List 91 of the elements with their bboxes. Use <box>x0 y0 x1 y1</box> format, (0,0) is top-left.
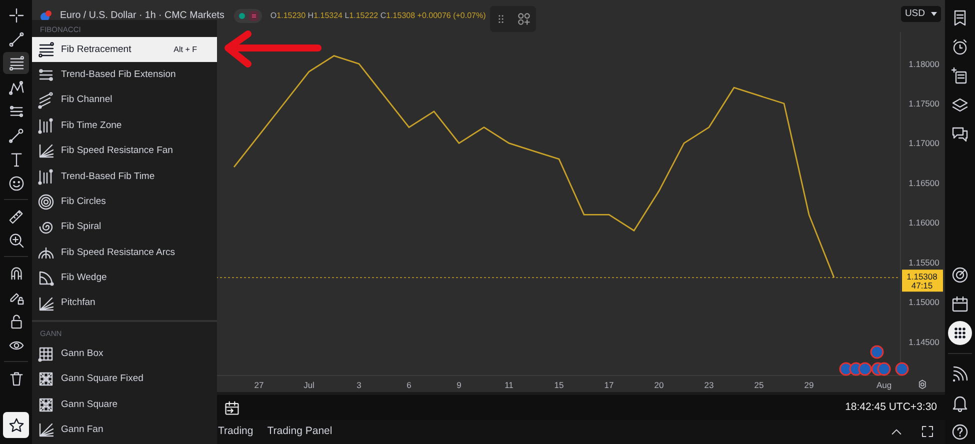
add-widget-button[interactable] <box>516 11 532 27</box>
clock-time: 18:42:45 UTC+3:30 <box>845 400 937 415</box>
vertical-lines-icon <box>37 168 55 186</box>
price-axis-label: 1.17500 <box>908 98 940 108</box>
crossed-grid-icon <box>37 370 55 388</box>
price-axis-label: 1.15500 <box>908 257 940 268</box>
crossed-grid-icon <box>37 396 55 414</box>
price-axis-label: 1.16500 <box>908 178 940 188</box>
event-marker[interactable] <box>858 362 872 376</box>
market-open-icon <box>237 11 248 21</box>
event-marker[interactable] <box>895 362 909 376</box>
event-marker[interactable] <box>877 362 891 376</box>
time-axis-label: 20 <box>654 380 664 390</box>
layers-icon <box>951 96 969 114</box>
menu-item[interactable]: Fib Circles <box>32 189 217 215</box>
menu-item[interactable]: Pitchfan <box>32 290 217 316</box>
calendar-icon <box>951 295 969 313</box>
channel-icon <box>37 91 55 110</box>
time-axis-label: 6 <box>406 380 412 390</box>
sidebar-button[interactable] <box>948 321 972 345</box>
time-axis-label: Jul <box>304 380 314 390</box>
radar-icon <box>951 266 969 284</box>
grid-icon <box>37 344 55 363</box>
symbol-title: Euro / U.S. Dollar · 1h · CMC Markets <box>60 8 224 23</box>
menu-item[interactable]: Trend-Based Fib Extension <box>32 62 217 88</box>
menu-item[interactable]: Fib Speed Resistance Arcs <box>32 240 217 266</box>
favorites-button[interactable] <box>3 412 29 438</box>
panel-tab[interactable]: Trading <box>218 424 264 440</box>
smiley-icon <box>8 174 24 192</box>
fan-icon <box>37 421 55 440</box>
menu-item[interactable]: Fib Spiral <box>32 214 217 240</box>
price-axis-label: 1.16000 <box>908 218 940 228</box>
pattern-icon <box>8 78 24 96</box>
shortcut-label: Alt + F <box>174 44 197 56</box>
price-axis-label: 1.18000 <box>908 58 940 69</box>
price-axis-label: 1.14500 <box>908 336 940 347</box>
event-marker[interactable] <box>870 345 884 359</box>
time-axis-label: 15 <box>554 380 564 390</box>
trend-line-icon <box>8 30 24 48</box>
time-axis-label: 29 <box>804 380 814 390</box>
alarm-clock-icon <box>951 38 969 56</box>
menu-item[interactable]: Gann Fan <box>32 417 217 443</box>
time-axis-label: 23 <box>704 380 714 390</box>
equals-icon <box>249 11 260 21</box>
price-label: 1.15308 47:15 <box>902 270 943 292</box>
menu-item[interactable]: Gann Square Fixed <box>32 366 217 392</box>
brush-icon <box>8 126 24 144</box>
horizontal-lines-icon <box>8 54 24 72</box>
vertical-lines-icon <box>37 116 55 135</box>
add-list-icon <box>951 67 969 85</box>
menu-item[interactable]: Fib Wedge <box>32 266 217 291</box>
time-axis-label: 27 <box>254 380 264 390</box>
menu-item[interactable]: Fib Time Zone <box>32 113 217 139</box>
time-axis-label: 11 <box>504 380 514 390</box>
fan-icon <box>37 142 55 160</box>
time-axis-label: 25 <box>754 380 764 390</box>
caret-icon <box>931 12 937 16</box>
menu-item[interactable]: Gann Square <box>32 392 217 418</box>
settings-icon[interactable] <box>918 380 926 390</box>
zoom-in-icon <box>8 232 24 248</box>
menu-item[interactable]: Fib Channel <box>32 88 217 114</box>
menu-item[interactable]: Trend-Based Fib Time <box>32 164 217 190</box>
bell-icon <box>951 394 969 412</box>
price-axis-label: 1.17000 <box>908 138 940 148</box>
wedge-icon <box>37 269 55 288</box>
trash-icon <box>8 370 24 386</box>
help-icon <box>951 423 969 441</box>
menu-item[interactable]: Fib Retracement Alt + F <box>32 37 217 62</box>
menu-item[interactable]: Gann Box <box>32 341 217 367</box>
go-to-date-button[interactable] <box>224 400 240 416</box>
time-axis-label: Aug <box>876 380 892 390</box>
time-axis-label: 3 <box>356 380 362 390</box>
concentric-circles-icon <box>37 193 55 212</box>
crosshair-icon <box>8 6 24 24</box>
signal-icon <box>951 365 969 383</box>
chat-icon <box>951 125 969 143</box>
time-axis-label: 17 <box>604 380 614 390</box>
ruler-icon <box>8 208 24 224</box>
maximize-icon <box>920 424 935 439</box>
calendar-arrow-icon <box>224 400 240 416</box>
ohlc-values: O1.15230 H1.15324 L1.15222 C1.15308 +0.00076 (+0.07%) <box>270 10 486 22</box>
panel-tab[interactable]: Trading Panel <box>267 424 342 440</box>
widgets-icon <box>516 11 532 27</box>
horizontal-lines-icon <box>37 40 55 59</box>
star-icon <box>8 416 24 434</box>
currency-dropdown[interactable]: USD <box>900 6 941 22</box>
menu-item[interactable]: Fib Speed Resistance Fan <box>32 138 217 164</box>
time-axis-label: 9 <box>456 380 462 390</box>
fan-icon <box>37 294 55 313</box>
price-axis-label: 1.15000 <box>908 297 940 308</box>
tool-button[interactable] <box>3 52 29 74</box>
